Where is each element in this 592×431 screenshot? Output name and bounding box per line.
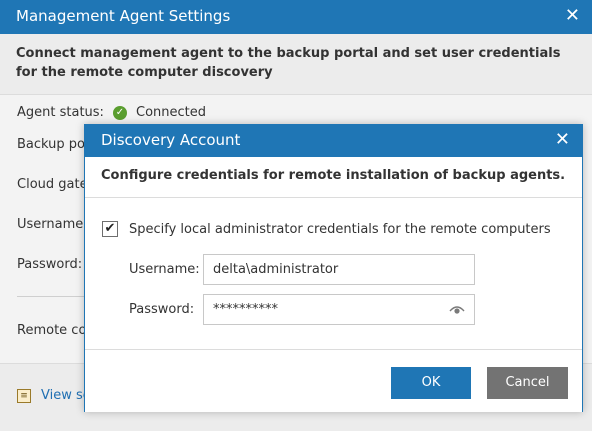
close-icon[interactable]: ✕ (565, 5, 580, 27)
backup-portal-label: Backup por (17, 137, 91, 152)
eye-icon[interactable] (449, 303, 465, 315)
password-input[interactable] (203, 294, 475, 325)
agent-status-value: Connected (136, 105, 207, 120)
ok-button[interactable]: OK (391, 367, 471, 399)
dialog-close-icon[interactable]: ✕ (555, 129, 570, 151)
cancel-button[interactable]: Cancel (487, 367, 568, 399)
window-title-bar: Management Agent Settings ✕ (0, 0, 592, 34)
username-label: Username: (17, 217, 88, 232)
dialog-subtitle: Configure credentials for remote install… (101, 168, 566, 183)
certificate-icon: ≡ (17, 389, 31, 403)
agent-status-label: Agent status: (17, 105, 104, 120)
window-header-text: Connect management agent to the backup p… (16, 46, 561, 80)
local-admin-checkbox-label[interactable]: Specify local administrator credentials … (129, 222, 551, 237)
password-label: Password: (17, 257, 83, 272)
remote-computer-label: Remote co (17, 323, 87, 338)
dialog-title: Discovery Account (101, 131, 241, 149)
window-title: Management Agent Settings (16, 7, 231, 25)
dialog-subtitle-bar: Configure credentials for remote install… (85, 157, 582, 198)
local-admin-checkbox[interactable]: ✔ (102, 221, 118, 237)
username-input[interactable] (203, 254, 475, 285)
connected-check-icon: ✓ (113, 106, 127, 120)
discovery-account-dialog: Discovery Account ✕ Configure credential… (84, 124, 583, 412)
username-field-label: Username: (129, 262, 200, 277)
dialog-title-bar: Discovery Account ✕ (85, 125, 582, 157)
password-field-label: Password: (129, 302, 195, 317)
window-header: Connect management agent to the backup p… (0, 34, 592, 95)
